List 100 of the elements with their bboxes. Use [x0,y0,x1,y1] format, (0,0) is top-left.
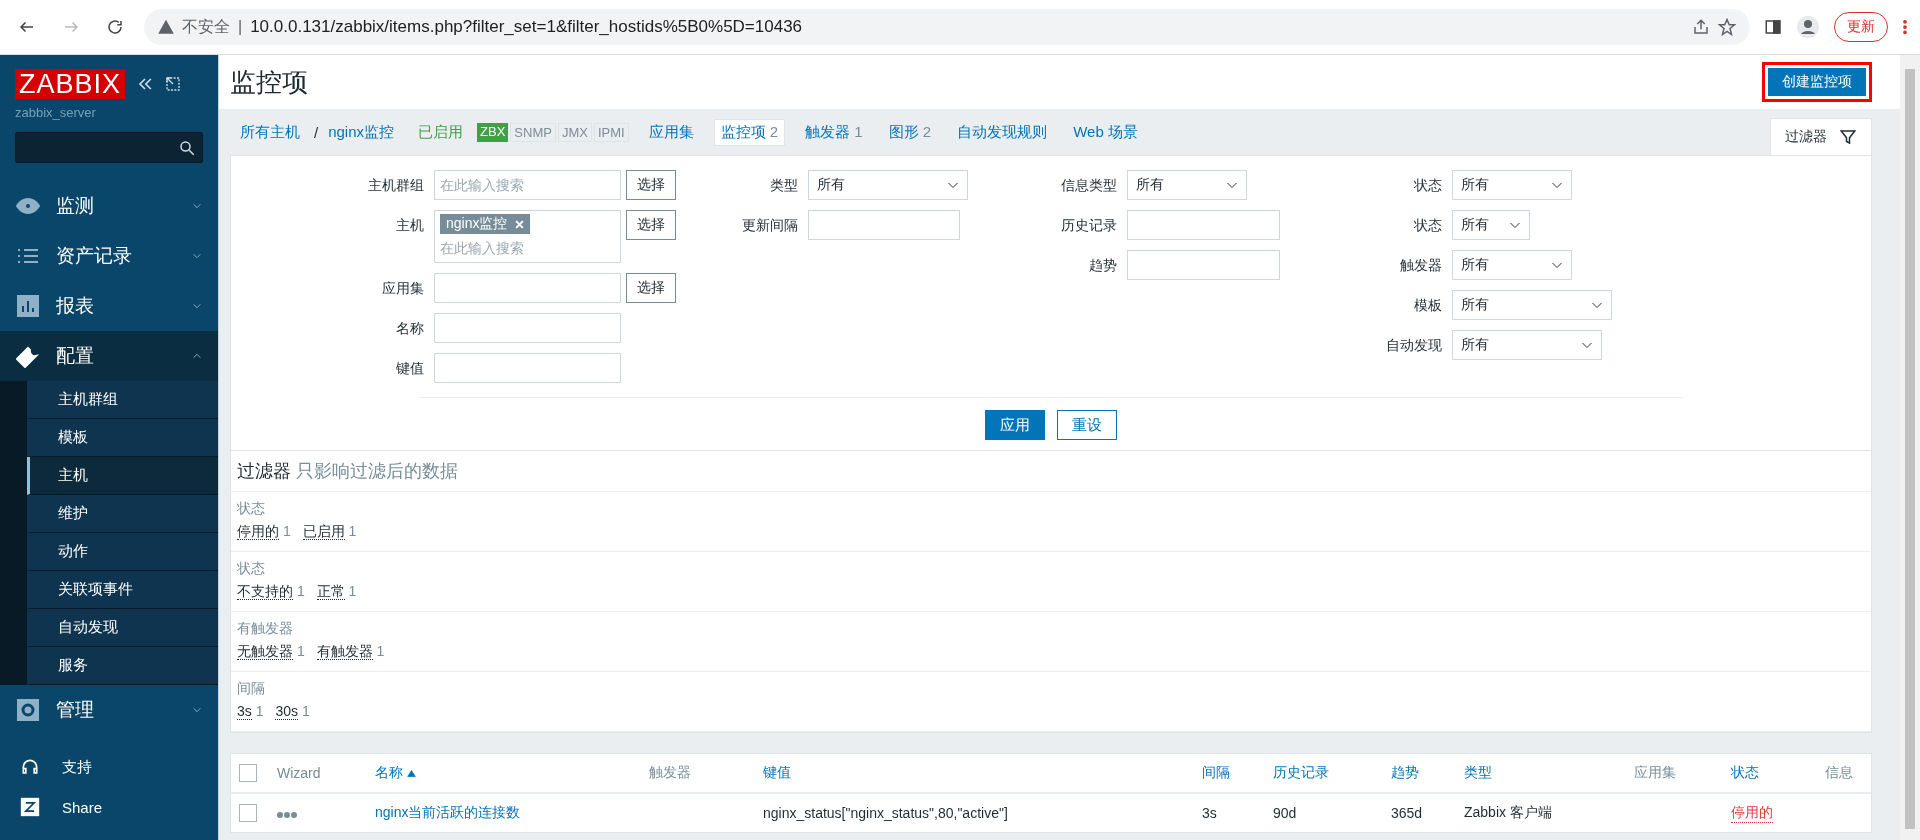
footer-link[interactable]: 支持 [0,757,218,777]
field-label: 状态 [1413,176,1442,195]
reset-button[interactable]: 重设 [1057,410,1117,440]
subfilter-option[interactable]: 已启用 [302,523,345,540]
column-header[interactable]: 趋势 [1391,764,1464,782]
field-label: 触发器 [1399,256,1442,275]
column-header[interactable]: 状态 [1731,764,1825,782]
filter-tab[interactable]: 过滤器 [1770,118,1872,155]
subfilter-option[interactable]: 30s [275,703,299,720]
menu-item[interactable]: 配置 [0,331,218,381]
update-button[interactable]: 更新 [1834,12,1888,42]
url-text: 10.0.0.131/zabbix/items.php?filter_set=1&filter_hostids%5B0%5D=10436 [250,17,803,37]
bar-chart-icon [16,294,40,318]
select-field[interactable]: 所有 [1127,170,1247,200]
submenu-item[interactable]: 模板 [27,419,218,457]
status-link[interactable]: 停用的 [1731,803,1773,823]
select-field[interactable]: 所有 [1452,290,1612,320]
column-header[interactable]: 间隔 [1202,764,1273,782]
text-field[interactable] [434,313,621,343]
host-tab[interactable]: 图形 2 [882,119,938,145]
submenu-item[interactable]: 主机群组 [27,381,218,419]
field-label: 主机群组 [367,176,424,195]
host-tab[interactable]: 应用集 [642,119,700,145]
submenu-item[interactable]: 服务 [27,647,218,685]
option-count: 1 [282,523,291,539]
sort-up-icon [407,768,416,778]
text-field[interactable] [434,353,621,383]
select-button[interactable]: 选择 [626,210,676,240]
server-name: zabbix_server [14,104,97,120]
submenu-item[interactable]: 动作 [27,533,218,571]
select-field[interactable]: 所有 [1452,250,1572,280]
text-field[interactable] [434,273,621,303]
subfilter-option[interactable]: 不支持的 [237,583,293,600]
column-header[interactable]: 名称 [375,764,649,782]
search-field[interactable] [15,132,203,163]
scrollbar[interactable] [1900,55,1920,840]
subfilter-label: 有触发器 [237,620,293,638]
apply-button[interactable]: 应用 [985,410,1045,440]
field-label: 名称 [395,319,424,338]
column-header[interactable]: 类型 [1464,764,1634,782]
checkbox[interactable] [239,804,257,822]
chevron-down-icon [192,301,202,311]
remove-icon [515,219,525,229]
text-field[interactable] [1127,250,1280,280]
subfilter-label: 状态 [237,500,265,518]
address-bar[interactable]: 不安全 | 10.0.0.131/zabbix/items.php?filter_set=1&filter_hostids%5B0%5D=10436 [144,9,1750,45]
subfilter-option[interactable]: 正常 [316,583,345,600]
subfilter-option[interactable]: 有触发器 [316,643,373,660]
reload-icon [106,18,124,36]
submenu-item[interactable]: 自动发现 [27,609,218,647]
headset-icon [20,757,40,777]
option-count: 1 [301,703,310,719]
select-button[interactable]: 选择 [626,273,676,303]
page-title: 监控项 [230,65,308,99]
column-header[interactable]: 键值 [763,764,1202,782]
menu-item[interactable]: 管理 [0,685,218,735]
column-header: 触发器 [649,764,692,782]
select-field[interactable]: 所有 [1452,210,1530,240]
host-tab[interactable]: 自动发现规则 [951,119,1054,145]
chevron-down-icon [192,705,202,715]
item-name-link[interactable]: nginx当前活跃的连接数 [375,804,649,822]
column-header[interactable]: 历史记录 [1273,764,1391,782]
table-cell-text: 3s [1202,805,1218,821]
host-tab[interactable]: Web 场景 [1067,119,1144,145]
breadcrumb-link[interactable]: 所有主机 [240,122,300,142]
footer-link[interactable]: Share [0,797,218,817]
checkbox[interactable] [239,764,257,782]
breadcrumb-link[interactable]: nginx监控 [328,122,395,142]
host-tab[interactable]: 监控项 2 [713,118,786,146]
logo: ZABBIX [15,69,126,99]
submenu-item[interactable]: 维护 [27,495,218,533]
star-icon [1718,18,1736,36]
option-count: 1 [348,523,357,539]
option-count: 1 [348,583,357,599]
host-tag: nginx监控 [440,214,531,234]
subfilter-title: 过滤器 只影响过滤后的数据 [231,451,1871,492]
select-button[interactable]: 选择 [626,170,676,200]
select-field[interactable]: 所有 [808,170,968,200]
select-field[interactable]: 所有 [1452,330,1602,360]
more-icon [1902,18,1908,36]
interface-badge: JMX [557,122,592,142]
url-separator: | [238,18,243,36]
placeholder-text: 在此输入搜索 [440,176,525,195]
text-field[interactable] [1127,210,1280,240]
create-item-button[interactable]: 创建监控项 [1768,68,1866,96]
host-tab[interactable]: 触发器 1 [799,119,869,145]
field-label: 历史记录 [1060,216,1117,235]
subfilter-option[interactable]: 3s [237,703,252,720]
funnel-icon [1839,128,1857,146]
subfilter-label: 状态 [237,560,265,578]
text-field[interactable] [808,210,960,240]
subfilter-option[interactable]: 无触发器 [237,643,293,660]
submenu-item[interactable]: 关联项事件 [27,571,218,609]
select-field[interactable]: 所有 [1452,170,1572,200]
subfilter-option[interactable]: 停用的 [237,523,279,540]
menu-item[interactable]: 监测 [0,181,218,231]
menu-item[interactable]: 资产记录 [0,231,218,281]
menu-item[interactable]: 报表 [0,281,218,331]
submenu-item[interactable]: 主机 [27,457,218,495]
security-label: 不安全 [182,16,230,37]
